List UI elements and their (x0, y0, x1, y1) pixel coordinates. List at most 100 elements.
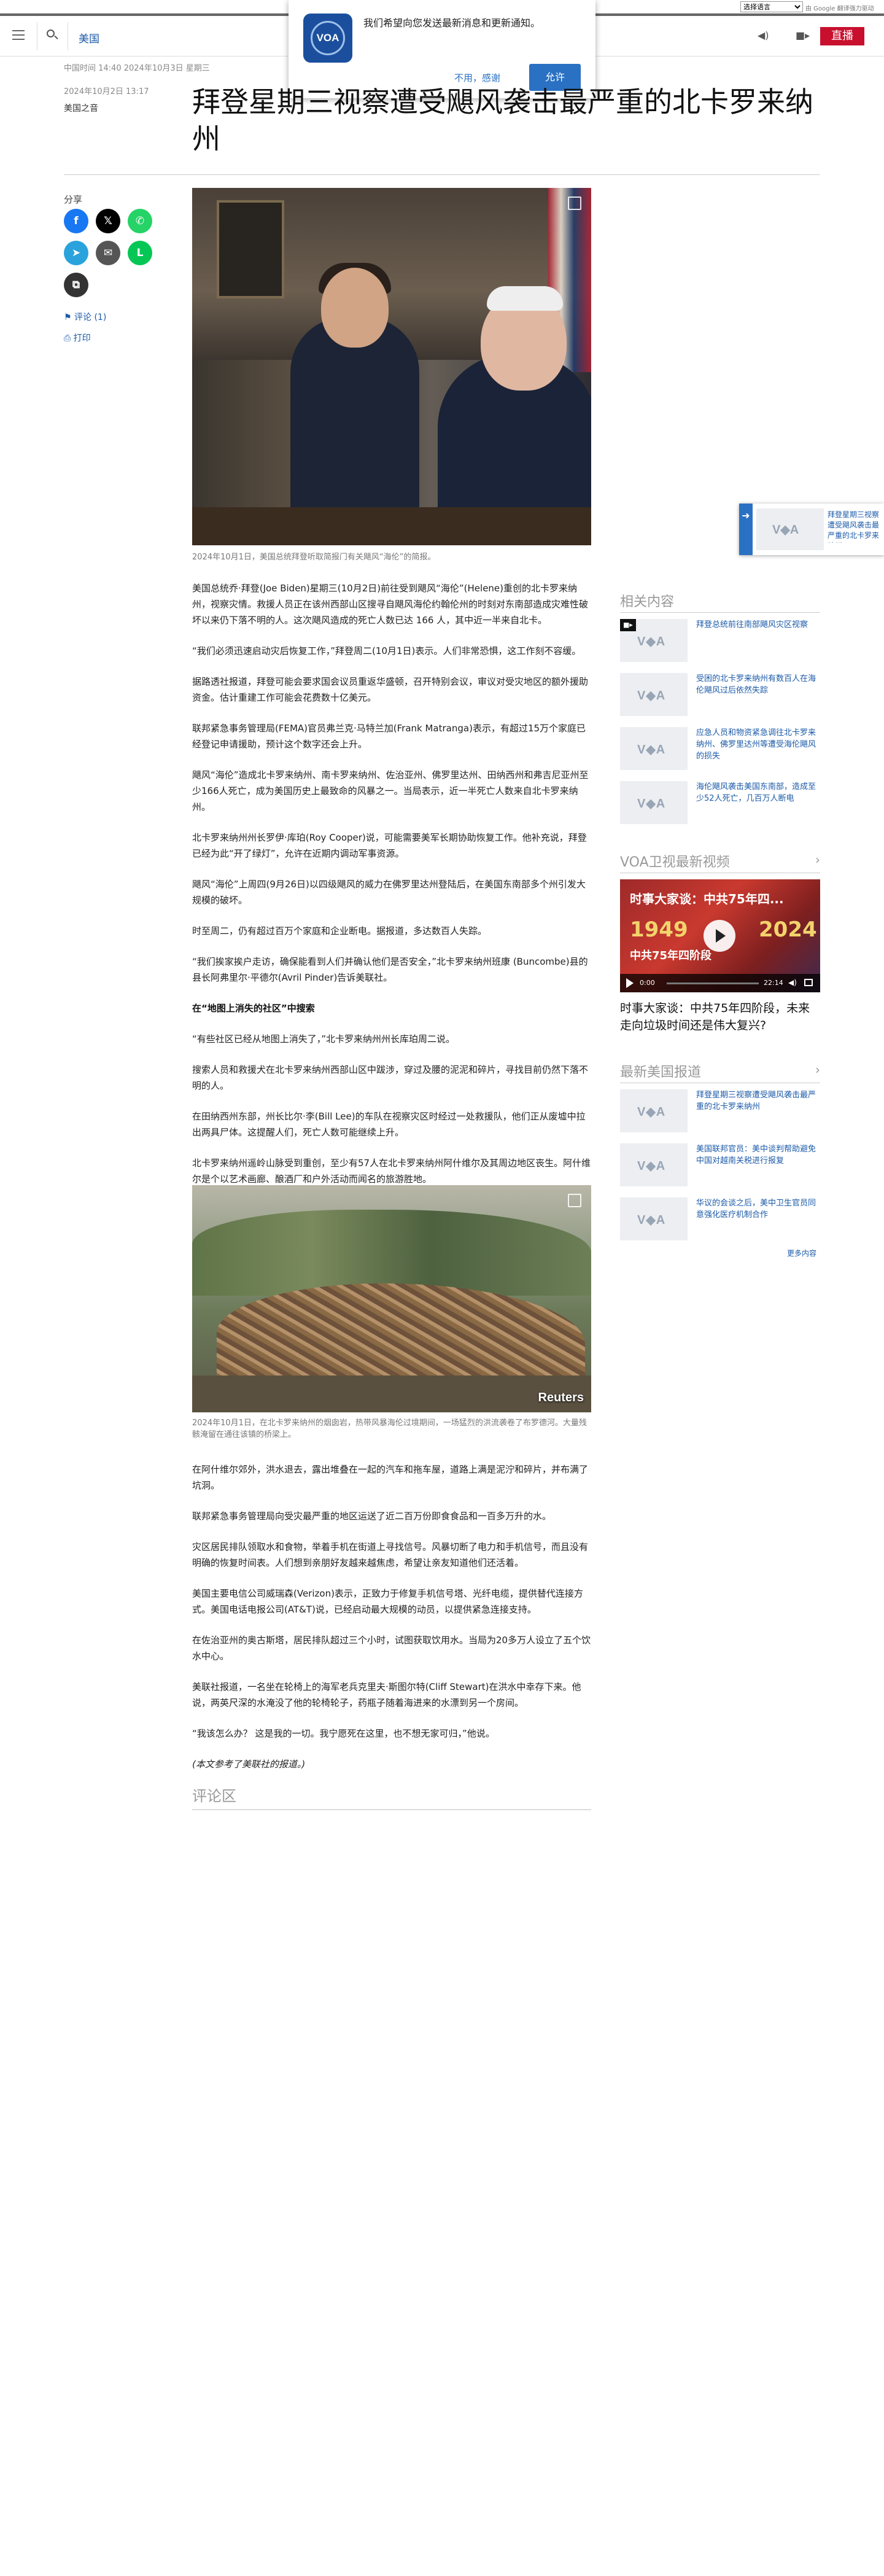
search-icon-handle (54, 35, 58, 40)
comments-link[interactable]: ⚑ 评论 (1) (64, 311, 106, 323)
decline-notifications-button[interactable]: 不用，感谢 (454, 71, 500, 84)
item-thumbnail: V◆A (620, 781, 688, 824)
menu-button[interactable] (10, 27, 27, 44)
article-paragraphs: “有些社区已经从地图上消失了，”北卡罗来纳州州长库珀周二说。 搜索人员和救援犬在北… (192, 1031, 591, 1187)
paragraph: 北卡罗来纳州遥岭山脉受到重创，至少有57人在北卡罗来纳州阿什维尔及其周边地区丧生… (192, 1158, 591, 1185)
voa-logo-icon: V◆A (637, 689, 666, 702)
video-player[interactable]: 时事大家谈：中共75年四... 1949 2024 中共75年四阶段 0:00 … (620, 879, 820, 992)
hamburger-icon-line (12, 39, 25, 40)
voa-logo-icon: V◆A (637, 635, 666, 648)
paragraph: 灾区居民排队领取水和食物，举着手机在街道上寻找信号。风暴切断了电力和手机信号，而… (192, 1541, 589, 1568)
paragraph: “有些社区已经从地图上消失了，”北卡罗来纳州州长库珀周二说。 (192, 1033, 456, 1045)
more-link[interactable]: 更多内容 (787, 1248, 816, 1258)
voa-logo-icon: V◆A (637, 743, 666, 757)
video-overlay-year-b: 2024 (759, 917, 817, 942)
video-camera-icon[interactable]: ■▸ (796, 29, 810, 43)
paragraph: 飓风“海伦”上周四(9月26日)以四级飓风的威力在佛罗里达州登陆后，在美国东南部… (192, 879, 586, 906)
item-thumbnail: V◆A ■▸ (620, 619, 688, 662)
facebook-share-icon[interactable]: f (64, 209, 88, 233)
article-paragraphs: 美国总统乔·拜登(Joe Biden)星期三(10月2日)前往受到飓风“海伦”(… (192, 580, 591, 986)
flood-image-ground (192, 1376, 591, 1412)
comments-link-label: 评论 (1) (74, 313, 107, 322)
hero-image-portrait (217, 200, 284, 298)
hero-image-table (192, 507, 591, 545)
fullscreen-icon[interactable] (804, 979, 813, 986)
telegram-share-icon[interactable]: ➤ (64, 241, 88, 265)
paragraph: 美联社报道，一名坐在轮椅上的海军老兵克里夫·斯图尔特(Cliff Stewart… (192, 1681, 581, 1708)
photo-credit: Reuters (538, 1391, 584, 1404)
dateline: 中国时间 14:40 2024年10月3日 星期三 (64, 64, 210, 73)
hamburger-icon-line (12, 34, 25, 36)
voa-logo-text: VOA (311, 21, 345, 55)
latest-header-label: 最新美国报道 (620, 1065, 702, 1080)
latest-item[interactable]: V◆A 拜登星期三视察遭受飓风袭击最严重的北卡罗来纳州 (620, 1089, 820, 1132)
chevron-right-icon: › (815, 1062, 820, 1077)
paragraph: 联邦紧急事务管理局向受灾最严重的地区运送了近二百万份即食食品和一百多万升的水。 (192, 1511, 552, 1522)
related-item[interactable]: V◆A 受困的北卡罗来纳州有数百人在海伦飓风过后依然失踪 (620, 673, 820, 716)
paragraph: 时至周二，仍有超过百万个家庭和企业断电。据报道，多达数百人失踪。 (192, 925, 487, 936)
copy-link-icon[interactable]: ⧉ (64, 273, 88, 297)
paragraph: 北卡罗来纳州州长罗伊·库珀(Roy Cooper)说，可能需要美军长期协助恢复工… (192, 832, 587, 859)
promo-arrow-icon[interactable]: ➜ (739, 504, 753, 555)
video-progress-bar[interactable] (667, 983, 759, 984)
article-body: 美国总统乔·拜登(Joe Biden)星期三(10月2日)前往受到飓风“海伦”(… (192, 580, 591, 1202)
voa-logo-icon: V◆A (772, 523, 799, 537)
chevron-right-icon: › (815, 852, 820, 867)
floating-promo[interactable]: ➜ V◆A 拜登星期三视察遭受飓风袭击最严重的北卡罗来纳州 (739, 504, 884, 555)
play-icon[interactable] (704, 920, 735, 952)
hero-image-person-left-face (321, 268, 389, 348)
hero-caption: 2024年10月1日，美国总统拜登听取简报门有关飓风“海伦”的简报。 (192, 553, 436, 562)
paragraph: “我们必须迅速启动灾后恢复工作，”拜登周二(10月1日)表示。人们非常恐惧，这工… (192, 645, 581, 656)
video-title[interactable]: 时事大家谈：中共75年四阶段，未来走向垃圾时间还是伟大复兴? (620, 1000, 820, 1034)
language-select[interactable]: 选择语言 (740, 1, 803, 12)
video-duration: 22:14 (764, 979, 783, 987)
email-share-icon[interactable]: ✉ (96, 241, 120, 265)
related-item[interactable]: V◆A 应急人员和物资紧急调往北卡罗来纳州、佛罗里达州等遭受海伦飓风的损失 (620, 727, 820, 770)
title-divider (64, 174, 820, 175)
flood-image[interactable]: Reuters (192, 1185, 591, 1412)
paragraph: “我们挨家挨户走访，确保能看到人们并确认他们是否安全，”北卡罗来纳州班康 (Bu… (192, 956, 588, 983)
related-item[interactable]: V◆A ■▸ 拜登总统前往南部飓风灾区视察 (620, 619, 820, 662)
play-control-icon[interactable] (626, 978, 634, 988)
comments-header: 评论区 (192, 1788, 236, 1805)
hero-image[interactable] (192, 188, 591, 545)
item-title: 美国联邦官员：美中谈判帮助避免中国对越南关税进行报复 (696, 1145, 816, 1165)
latest-item[interactable]: V◆A 美国联邦官员：美中谈判帮助避免中国对越南关税进行报复 (620, 1143, 820, 1186)
print-link-label: 打印 (73, 333, 91, 343)
item-title: 拜登总统前往南部飓风灾区视察 (696, 620, 808, 629)
audio-icon[interactable]: ◀) (758, 29, 771, 43)
video-overlay-subtitle: 中共75年四阶段 (630, 949, 712, 962)
related-item[interactable]: V◆A 海伦飓风袭击美国东南部，造成至少52人死亡，几百万人断电 (620, 781, 820, 824)
print-link[interactable]: ⎙ 打印 (64, 332, 91, 344)
promo-thumbnail: V◆A (756, 508, 824, 550)
search-icon-ring (47, 29, 55, 37)
latest-item[interactable]: V◆A 华议的会谈之后，美中卫生官员同意强化医疗机制合作 (620, 1197, 820, 1240)
expand-icon[interactable] (568, 197, 581, 210)
live-button[interactable]: 直播 (820, 27, 864, 45)
paragraph: 在佐治亚州的奥古斯塔，居民排队超过三个小时，试图获取饮用水。当局为20多万人设立… (192, 1635, 591, 1662)
section-link-us[interactable]: 美国 (79, 30, 99, 45)
latest-header[interactable]: 最新美国报道 › (620, 1061, 820, 1081)
search-icon[interactable] (45, 28, 60, 43)
item-title: 华议的会谈之后，美中卫生官员同意强化医疗机制合作 (696, 1199, 816, 1220)
volume-icon[interactable]: ◀) (788, 978, 797, 987)
share-label: 分享 (64, 194, 83, 205)
line-share-icon[interactable]: L (128, 241, 152, 265)
paragraph: 在田纳西州东部，州长比尔·李(Bill Lee)的车队在视察灾区时经过一处救援队… (192, 1111, 586, 1138)
comments-divider (192, 1809, 591, 1810)
whatsapp-share-icon[interactable]: ✆ (128, 209, 152, 233)
video-controls: 0:00 22:14 ◀) (620, 974, 820, 992)
expand-icon[interactable] (568, 1194, 581, 1207)
paragraph: 飓风“海伦”造成北卡罗来纳州、南卡罗来纳州、佐治亚州、佛罗里达州、田纳西州和弗吉… (192, 769, 589, 812)
hero-image-person-right-hair (487, 286, 563, 311)
paragraph: 美国主要电信公司威瑞森(Verizon)表示，正致力于修复手机信号塔、光纤电缆，… (192, 1588, 583, 1615)
related-divider (620, 612, 820, 613)
video-overlay-year-a: 1949 (630, 917, 688, 942)
video-header[interactable]: VOA卫视最新视频 › (620, 851, 820, 871)
x-share-icon[interactable]: 𝕏 (96, 209, 120, 233)
video-camera-icon: ■▸ (620, 619, 636, 631)
paragraph: 在阿什维尔郊外，洪水退去，露出堆叠在一起的汽车和拖车屋，道路上满是泥泞和碎片，并… (192, 1464, 589, 1491)
notification-message: 我们希望向您发送最新消息和更新通知。 (363, 17, 541, 29)
promo-text: 拜登星期三视察遭受飓风袭击最严重的北卡罗来纳州 (828, 510, 880, 543)
video-overlay-title: 时事大家谈：中共75年四... (630, 892, 784, 906)
